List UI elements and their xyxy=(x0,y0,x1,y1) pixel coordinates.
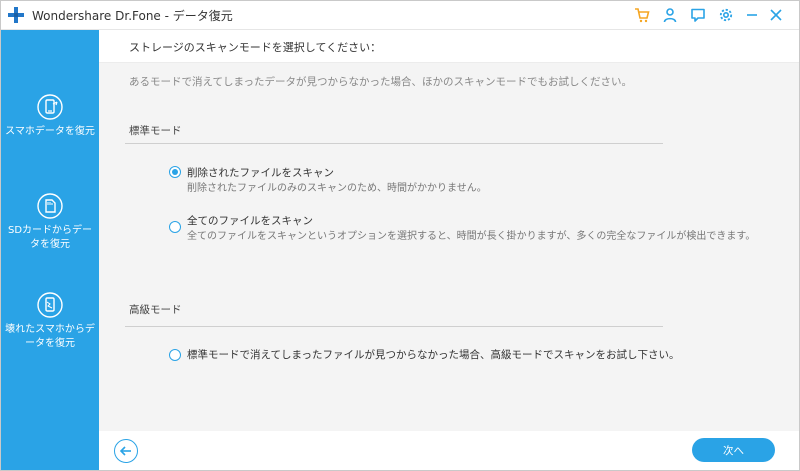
window-title: Wondershare Dr.Fone - データ復元 xyxy=(32,9,233,23)
option-title: 削除されたファイルをスキャン xyxy=(187,167,334,179)
advanced-mode-title: 高級モード xyxy=(129,304,182,316)
option-description: 削除されたファイルのみのスキャンのため、時間がかかりません。 xyxy=(187,183,487,194)
sidebar-item-label: SDカードからデータを復元 xyxy=(7,225,93,250)
settings-icon[interactable] xyxy=(717,6,735,24)
sidebar-item-sd-card[interactable]: SDカードからデータを復元 xyxy=(1,193,99,252)
phone-recover-icon xyxy=(37,94,63,120)
sidebar: スマホデータを復元 SDカードからデータを復元 壊れたスマホからデータを復元 xyxy=(1,30,99,470)
sd-card-icon xyxy=(37,193,63,219)
minimize-icon[interactable] xyxy=(743,6,761,24)
page-header: ストレージのスキャンモードを選択してください： xyxy=(99,30,799,63)
next-button[interactable]: 次へ xyxy=(692,438,775,462)
user-icon[interactable] xyxy=(661,6,679,24)
section-divider xyxy=(125,143,663,144)
back-arrow-icon xyxy=(119,446,131,456)
cart-icon[interactable] xyxy=(633,6,651,24)
standard-mode-title: 標準モード xyxy=(129,125,182,137)
footer-bar: 次へ xyxy=(99,431,799,470)
close-icon[interactable] xyxy=(767,6,785,24)
sidebar-item-phone-recover[interactable]: スマホデータを復元 xyxy=(1,94,99,139)
main-panel: ストレージのスキャンモードを選択してください： あるモードで消えてしまったデータ… xyxy=(99,30,799,431)
scan-deleted-radio[interactable] xyxy=(169,166,181,178)
section-divider xyxy=(125,326,663,327)
plus-logo-icon xyxy=(8,7,24,23)
hint-text: あるモードで消えてしまったデータが見つからなかった場合、ほかのスキャンモードでも… xyxy=(129,76,633,88)
sidebar-item-label: スマホデータを復元 xyxy=(5,126,95,137)
option-description: 全てのファイルをスキャンというオプションを選択すると、時間が長く掛かりますが、多… xyxy=(187,231,756,242)
app-window: Wondershare Dr.Fone - データ復元 スマホデータを復元 SD… xyxy=(0,0,800,471)
sidebar-item-broken-phone[interactable]: 壊れたスマホからデータを復元 xyxy=(1,292,99,351)
advanced-scan-radio[interactable] xyxy=(169,349,181,361)
broken-phone-icon xyxy=(37,292,63,318)
option-title: 標準モードで消えてしまったファイルが見つからなかった場合、高級モードでスキャンを… xyxy=(187,349,680,361)
back-button[interactable] xyxy=(114,439,138,463)
scan-all-radio[interactable] xyxy=(169,221,181,233)
page-title: ストレージのスキャンモードを選択してください： xyxy=(129,41,382,54)
sidebar-item-label: 壊れたスマホからデータを復元 xyxy=(5,324,95,349)
feedback-icon[interactable] xyxy=(689,6,707,24)
option-title: 全てのファイルをスキャン xyxy=(187,215,313,227)
title-bar: Wondershare Dr.Fone - データ復元 xyxy=(1,1,799,30)
